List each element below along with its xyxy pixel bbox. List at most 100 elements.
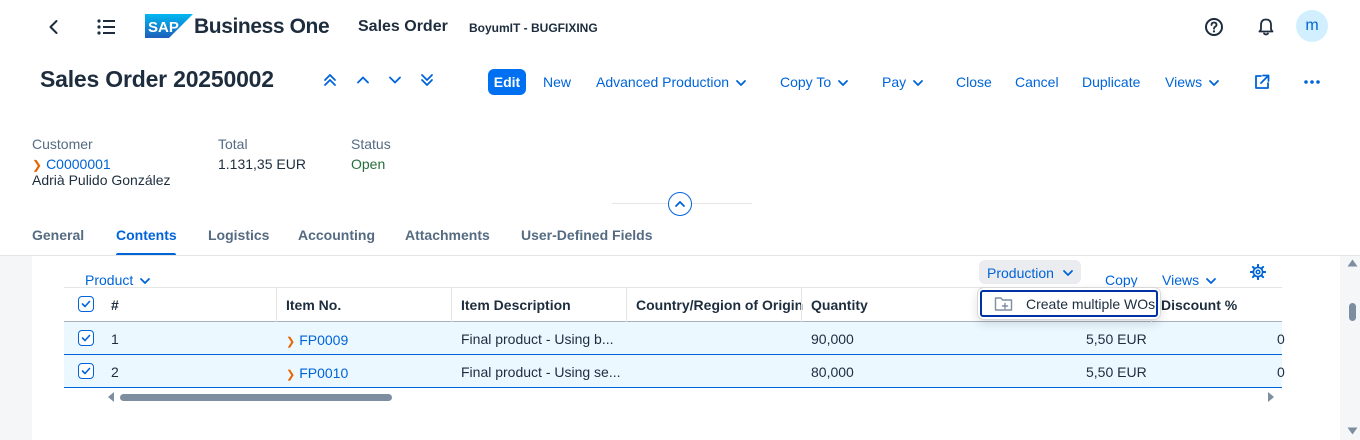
column-header-quantity[interactable]: Quantity [811,297,868,313]
checkmark-icon [81,334,91,342]
last-record-icon[interactable] [419,72,435,88]
item-description: Final product - Using se... [461,364,621,380]
scroll-right-icon[interactable] [1267,392,1275,402]
collapse-header-button[interactable] [668,192,692,216]
product-name: Business One [194,15,330,38]
discount-percent: 0 [1277,331,1285,347]
first-record-icon[interactable] [322,72,338,88]
column-header-country[interactable]: Country/Region of Origin [636,297,803,313]
page-title: Sales Order 20250002 [40,66,274,92]
customer-code-link[interactable]: ❯ C0000001 [32,156,171,172]
column-separator [451,288,452,322]
unit-price: 5,50 EUR [1086,364,1147,380]
customer-code: C0000001 [46,156,111,172]
link-arrow-icon: ❯ [286,369,296,381]
column-separator [626,288,627,322]
chevron-down-icon [1206,278,1216,285]
tab-attachments[interactable]: Attachments [405,227,490,243]
object-header: Sales Order 20250002 Edit New Advanced P… [0,54,1360,256]
views-label: Views [1165,74,1203,90]
item-no-link[interactable]: ❯ FP0009 [286,332,348,348]
item-no: FP0010 [299,365,349,381]
total-value: 1.131,35 EUR [218,156,306,172]
tab-accounting[interactable]: Accounting [298,227,375,243]
unit-price: 5,50 EUR [1086,331,1147,347]
pay-menu[interactable]: Pay [882,74,924,90]
chevron-down-icon [1063,270,1073,276]
select-all-checkbox[interactable] [78,296,94,312]
advanced-production-label: Advanced Production [596,74,730,90]
cancel-label: Cancel [1015,74,1059,90]
contents-panel: Product Production Copy Views # Item No.… [32,256,1340,440]
scroll-left-icon[interactable] [107,392,115,402]
production-dropdown: Create multiple WOs [978,288,1160,319]
previous-record-icon[interactable] [355,72,371,88]
chevron-down-icon [913,80,924,87]
duplicate-button[interactable]: Duplicate [1082,74,1140,90]
advanced-production-menu[interactable]: Advanced Production [596,74,747,90]
column-separator [801,288,802,322]
more-options-icon[interactable] [1303,73,1321,91]
column-header-number[interactable]: # [111,297,119,313]
link-arrow-icon: ❯ [286,336,296,348]
column-separator [276,288,277,322]
back-icon[interactable] [44,17,64,37]
column-header-discount[interactable]: Discount % [1161,297,1237,313]
table-row[interactable]: 1 ❯ FP0009 Final product - Using b... 90,… [64,322,1285,355]
copy-to-label: Copy To [780,74,832,90]
views-menu[interactable]: Views [1165,74,1220,90]
row-checkbox[interactable] [78,330,94,346]
scroll-up-icon[interactable] [1347,259,1358,267]
app-title: Sales Order [358,18,448,35]
chevron-down-icon [838,80,849,87]
create-multiple-wos-menu-item[interactable]: Create multiple WOs [980,290,1158,317]
row-checkbox[interactable] [78,363,94,379]
copy-to-menu[interactable]: Copy To [780,74,849,90]
copy-button[interactable]: Copy [1105,272,1138,288]
scroll-down-icon[interactable] [1347,427,1358,435]
views-label: Views [1162,272,1200,288]
edit-button[interactable]: Edit [488,69,526,95]
item-no: FP0009 [299,332,349,348]
help-icon[interactable] [1204,17,1224,37]
table-views-menu[interactable]: Views [1162,272,1217,288]
product-label: Product [85,272,134,288]
chevron-down-icon [736,80,746,87]
pay-label: Pay [882,74,907,90]
production-menu-button[interactable]: Production [979,260,1081,284]
table-row[interactable]: 2 ❯ FP0010 Final product - Using se... 80… [64,355,1285,388]
new-button[interactable]: New [543,74,571,90]
new-label: New [543,74,572,90]
add-folder-icon [994,297,1013,311]
total-attribute: Total 1.131,35 EUR [218,136,306,172]
customer-label: Customer [32,136,93,152]
horizontal-scrollbar-thumb[interactable] [120,394,392,401]
item-description: Final product - Using b... [461,331,614,347]
item-no-link[interactable]: ❯ FP0010 [286,365,348,381]
tab-general[interactable]: General [32,227,84,243]
tab-logistics[interactable]: Logistics [208,227,269,243]
duplicate-label: Duplicate [1082,74,1141,90]
quantity: 80,000 [811,364,854,380]
menu-list-icon[interactable] [95,17,117,37]
cancel-button[interactable]: Cancel [1015,74,1059,90]
tab-contents[interactable]: Contents [116,227,177,243]
company-name: BoyumIT - BUGFIXING [469,21,598,35]
discount-percent: 0 [1277,364,1285,380]
next-record-icon[interactable] [387,72,403,88]
notification-bell-icon[interactable] [1256,17,1276,37]
gear-icon[interactable] [1250,264,1266,280]
user-avatar[interactable]: m [1296,10,1328,42]
tab-user-defined-fields[interactable]: User-Defined Fields [521,227,652,243]
column-header-item-description[interactable]: Item Description [461,297,571,313]
vertical-scrollbar-thumb[interactable] [1349,303,1356,321]
chevron-up-icon [675,201,685,207]
row-number: 2 [111,364,119,380]
product-menu[interactable]: Product [85,272,151,288]
column-header-item-no[interactable]: Item No. [286,297,341,313]
checkmark-icon [81,367,91,375]
checkmark-icon [81,300,91,308]
share-icon[interactable] [1253,73,1271,91]
close-button[interactable]: Close [956,74,992,90]
svg-text:SAP: SAP [148,19,179,36]
